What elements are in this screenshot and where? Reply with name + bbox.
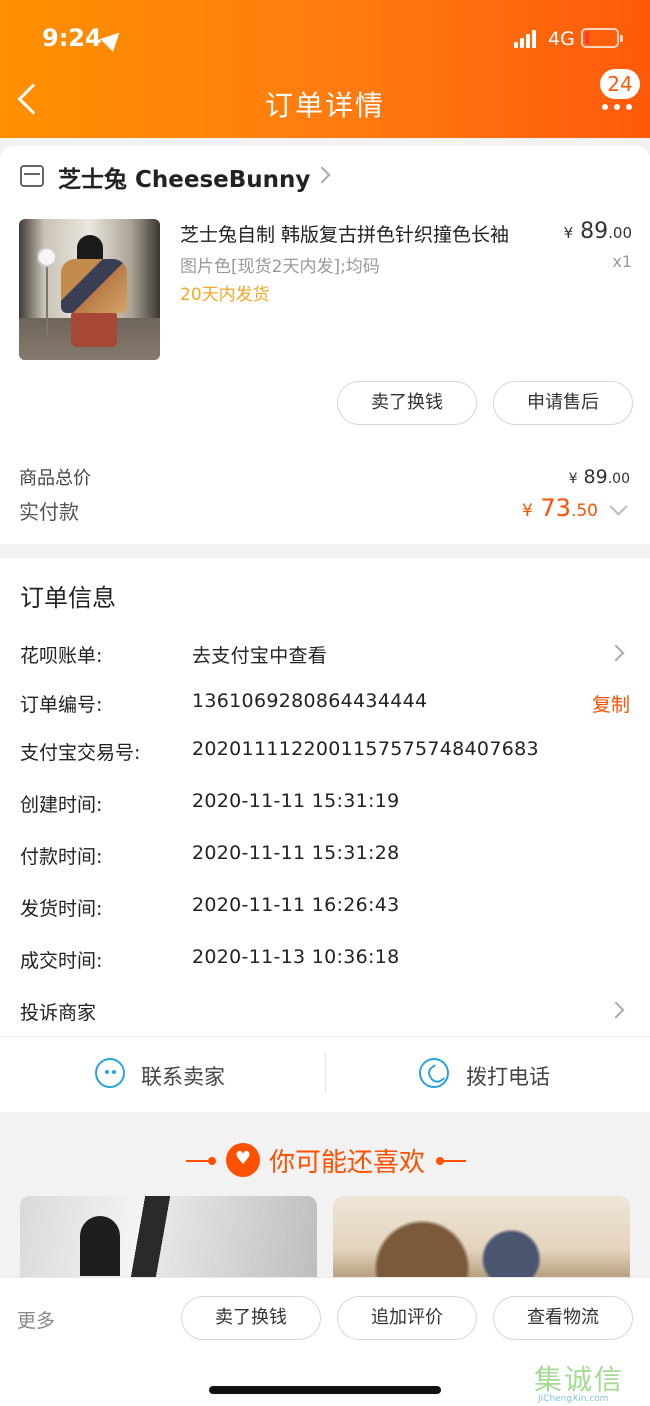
recommend-item-image[interactable] <box>20 1196 317 1286</box>
paid-time-value: 2020-11-11 15:31:28 <box>192 842 400 864</box>
divider <box>325 1052 326 1094</box>
sell-for-cash-button[interactable]: 卖了换钱 <box>181 1296 321 1340</box>
chevron-down-icon[interactable] <box>609 497 628 516</box>
more-options-icon[interactable] <box>602 104 632 110</box>
alipay-no-label: 支付宝交易号: <box>20 742 141 764</box>
after-sale-button[interactable]: 申请售后 <box>493 381 633 425</box>
closed-time-label: 成交时间: <box>20 950 103 972</box>
product-quantity: x1 <box>612 252 632 271</box>
recommend-title: 你可能还喜欢 <box>268 1148 425 1178</box>
product-image[interactable] <box>19 219 160 360</box>
status-time: 9:24 <box>42 24 102 52</box>
total-label: 商品总价 <box>19 468 91 489</box>
shipping-note: 20天内发货 <box>180 285 270 305</box>
chevron-right-icon[interactable] <box>607 1001 625 1019</box>
signal-icon <box>514 30 540 48</box>
bottom-action-bar: 更多 卖了换钱 追加评价 查看物流 集诚信 JiChengXin.com <box>0 1277 650 1406</box>
watermark-logo: 集诚信 JiChengXin.com <box>534 1363 625 1404</box>
product-sku: 图片色[现货2天内发];均码 <box>180 257 380 277</box>
order-no-label: 订单编号: <box>20 694 103 716</box>
chat-icon[interactable] <box>95 1058 125 1088</box>
order-item-card: 芝士兔 CheeseBunny 芝士兔自制 韩版复古拼色针织撞色长袖 图片色[现… <box>0 146 650 544</box>
shop-name[interactable]: 芝士兔 CheeseBunny <box>58 160 310 194</box>
contact-seller-button[interactable]: 联系卖家 <box>141 1061 225 1091</box>
home-indicator[interactable] <box>209 1386 441 1394</box>
closed-time-value: 2020-11-13 10:36:18 <box>192 946 400 968</box>
huabei-link[interactable]: 去支付宝中查看 <box>192 641 327 668</box>
paid-value: ¥ 73.50 <box>521 494 598 522</box>
shipped-time-value: 2020-11-11 16:26:43 <box>192 894 400 916</box>
created-time-label: 创建时间: <box>20 794 103 816</box>
more-button[interactable]: 更多 <box>17 1306 55 1333</box>
call-seller-button[interactable]: 拨打电话 <box>466 1061 550 1091</box>
shop-icon <box>20 165 44 187</box>
shipped-time-label: 发货时间: <box>20 898 103 920</box>
header: 9:24 4G 订单详情 24 <box>0 0 650 138</box>
product-title[interactable]: 芝士兔自制 韩版复古拼色针织撞色长袖 <box>180 220 550 247</box>
decorative-line <box>438 1160 466 1162</box>
huabei-label: 花呗账单: <box>20 645 103 667</box>
divider <box>0 1036 650 1037</box>
section-title: 订单信息 <box>20 584 116 612</box>
chevron-right-icon[interactable] <box>313 166 331 184</box>
chevron-right-icon[interactable] <box>607 644 625 662</box>
alipay-no-value: 2020111122001157575748407683 <box>192 738 539 760</box>
page-title: 订单详情 <box>264 89 385 122</box>
sell-for-cash-button[interactable]: 卖了换钱 <box>337 381 477 425</box>
message-badge: 24 <box>600 69 640 99</box>
paid-label: 实付款 <box>19 500 79 524</box>
created-time-value: 2020-11-11 15:31:19 <box>192 790 400 812</box>
order-no-value: 1361069280864434444 <box>192 690 428 712</box>
network-type: 4G <box>548 28 575 50</box>
copy-button[interactable]: 复制 <box>592 690 630 717</box>
view-logistics-button[interactable]: 查看物流 <box>493 1296 633 1340</box>
recommend-item-image[interactable] <box>333 1196 630 1286</box>
battery-icon <box>581 28 623 48</box>
product-price: ¥ 89.00 <box>563 219 632 244</box>
paid-time-label: 付款时间: <box>20 846 103 868</box>
location-arrow-icon <box>100 26 126 52</box>
add-review-button[interactable]: 追加评价 <box>337 1296 477 1340</box>
phone-icon[interactable] <box>419 1058 449 1088</box>
complaint-link[interactable]: 投诉商家 <box>20 998 96 1025</box>
total-value: ¥ 89.00 <box>568 466 630 488</box>
order-info-card: 订单信息 花呗账单: 去支付宝中查看 订单编号: 136106928086443… <box>0 558 650 1112</box>
